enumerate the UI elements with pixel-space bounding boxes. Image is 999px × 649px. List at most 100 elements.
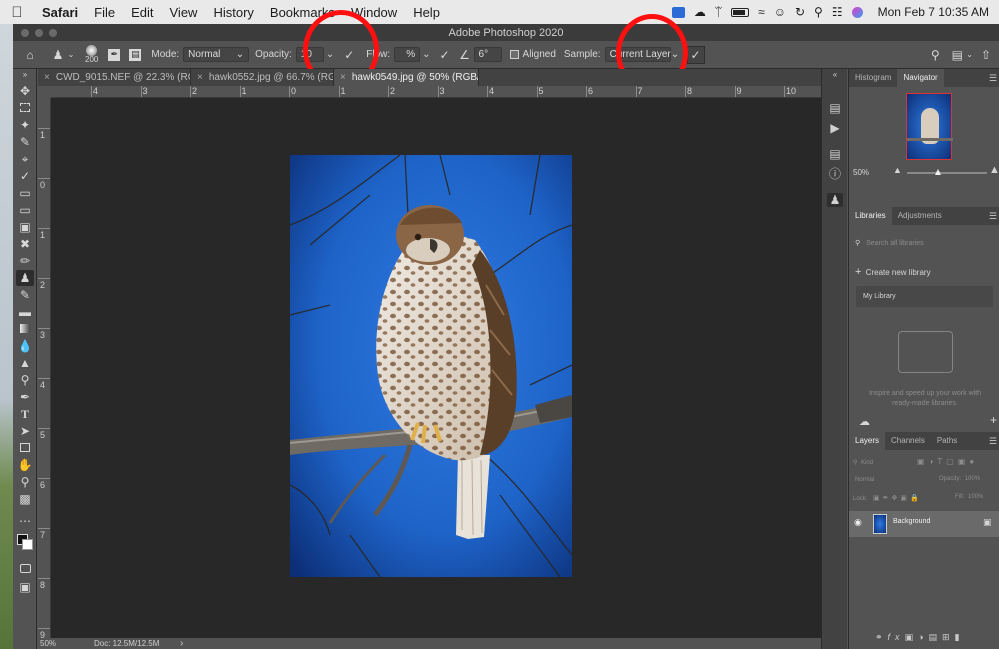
chevron-down-icon[interactable]: ⌄ <box>422 49 430 60</box>
clone-stamp-tool-icon[interactable]: ♟ <box>16 270 34 286</box>
teamviewer-icon[interactable] <box>671 6 685 18</box>
menu-app-safari[interactable]: Safari <box>34 5 86 20</box>
mode-select[interactable]: Normal ⌄ <box>183 47 250 62</box>
path-selection-tool-icon[interactable]: ➤ <box>16 423 34 439</box>
layer-opacity-value[interactable]: 100% <box>965 476 980 482</box>
collapse-toolbar-icon[interactable]: » <box>16 71 34 79</box>
layer-filter-icons[interactable]: ▣◑T▢▣● <box>917 457 978 466</box>
patch-tool-icon[interactable]: ▣ <box>16 219 34 235</box>
screen-mode-icon[interactable]: ▣ <box>16 579 34 595</box>
battery-icon[interactable] <box>731 7 750 17</box>
bluetooth-icon[interactable]: ᛠ <box>715 5 722 19</box>
clone-source-icon[interactable]: ▤ <box>129 48 142 61</box>
eraser-tool-icon[interactable]: ▬ <box>16 304 34 320</box>
add-library-item-icon[interactable]: + <box>990 413 997 427</box>
menu-history[interactable]: History <box>205 5 261 20</box>
creative-cloud-icon[interactable]: ☁ <box>694 5 706 19</box>
sharpen-tool-icon[interactable]: ▲ <box>16 355 34 371</box>
healing-brush-tool-icon[interactable]: ▭ <box>16 202 34 218</box>
panel-menu-icon[interactable]: ☰ <box>989 436 997 447</box>
zoom-in-icon[interactable]: ▲ <box>989 164 999 176</box>
layer-row-background[interactable]: ◉ Background ▣ <box>849 511 999 537</box>
control-center-icon[interactable]: ☷ <box>832 5 843 19</box>
ignore-adjustment-layers-icon[interactable]: ✓ <box>686 45 705 64</box>
tab-hawk0552[interactable]: × hawk0552.jpg @ 66.7% (RGB/8*) <box>191 69 334 86</box>
slider-handle[interactable] <box>935 169 941 175</box>
tab-adjustments[interactable]: Adjustments <box>892 207 948 225</box>
clone-stamp-preset-icon[interactable]: ♟ <box>49 46 67 64</box>
eye-icon[interactable]: ◉ <box>854 517 862 528</box>
menu-file[interactable]: File <box>86 5 123 20</box>
vertical-ruler[interactable]: 1 0 1 2 3 4 5 6 7 8 9 <box>38 98 51 638</box>
rectangle-tool-icon[interactable] <box>16 440 34 456</box>
hawk-photo[interactable] <box>290 155 572 577</box>
library-search-field[interactable]: ⚲ Search all libraries <box>853 236 996 252</box>
eyedropper-tool-icon[interactable]: ✓ <box>16 168 34 184</box>
history-brush-tool-icon[interactable]: ✎ <box>16 287 34 303</box>
workspace-icon[interactable]: ▤ <box>948 46 966 64</box>
spotlight-search-icon[interactable]: ⚲ <box>814 5 823 19</box>
brush-tool-icon[interactable]: ✏ <box>16 253 34 269</box>
create-new-library-button[interactable]: + Create new library <box>855 266 931 278</box>
background-color-swatch[interactable] <box>22 539 33 550</box>
hand-tool-icon[interactable]: ✋ <box>16 457 34 473</box>
info-icon[interactable]: ⓘ <box>827 167 843 181</box>
tab-cwd-9015[interactable]: × CWD_9015.NEF @ 22.3% (RGB/8*) * <box>38 69 191 86</box>
tab-channels[interactable]: Channels <box>885 432 931 450</box>
user-account-icon[interactable]: ☺ <box>774 5 786 19</box>
clone-source-panel-icon[interactable]: ♟ <box>827 193 843 207</box>
zoom-tool-icon[interactable]: ⚲ <box>16 474 34 490</box>
crop-tool-icon[interactable]: ⌖ <box>16 151 34 167</box>
horizontal-ruler[interactable]: 4 3 2 1 0 1 2 3 4 5 6 7 8 9 10 <box>51 86 821 98</box>
red-eye-tool-icon[interactable]: ✖ <box>16 236 34 252</box>
more-tools-icon[interactable]: ⋯ <box>16 513 34 529</box>
quick-selection-tool-icon[interactable]: ✎ <box>16 134 34 150</box>
layer-filter-kind[interactable]: ⚲ Kind <box>853 457 909 469</box>
pen-tool-icon[interactable]: ✒ <box>16 389 34 405</box>
menu-help[interactable]: Help <box>405 5 448 20</box>
tab-libraries[interactable]: Libraries <box>849 207 892 225</box>
status-menu-arrow[interactable]: › <box>180 638 183 649</box>
blur-tool-icon[interactable]: 💧 <box>16 338 34 354</box>
link-layers-icon[interactable]: ⚭ <box>875 632 888 642</box>
gradient-tool-icon[interactable] <box>16 321 34 337</box>
tab-paths[interactable]: Paths <box>931 432 963 450</box>
type-tool-icon[interactable]: T <box>16 406 34 422</box>
panel-menu-icon[interactable]: ☰ <box>989 211 997 222</box>
chevron-down-icon[interactable]: ⌄ <box>67 46 75 64</box>
adjustment-layer-icon[interactable]: ◑ <box>918 632 928 642</box>
blend-mode-select[interactable]: Normal <box>853 474 935 486</box>
navigator-zoom-value[interactable]: 50% <box>853 168 869 177</box>
new-group-icon[interactable]: ▤ <box>929 632 943 642</box>
fx-icon[interactable]: fx <box>888 632 905 642</box>
layer-name[interactable]: Background <box>893 518 930 525</box>
tab-hawk0549[interactable]: × hawk0549.jpg @ 50% (RGB/8*) * <box>334 69 479 86</box>
share-icon[interactable]: ⇧ <box>977 46 995 64</box>
close-tab-icon[interactable]: × <box>340 72 346 83</box>
aligned-checkbox[interactable] <box>509 50 519 59</box>
fill-value[interactable]: 100% <box>968 494 983 500</box>
lock-icons[interactable]: ▣✒✥▣🔒 <box>873 495 922 502</box>
wifi-icon[interactable]: ≈ <box>758 5 765 19</box>
cloud-sync-icon[interactable]: ☁ <box>859 415 870 428</box>
marquee-tool-icon[interactable] <box>16 100 34 116</box>
spot-healing-tool-icon[interactable]: ▭ <box>16 185 34 201</box>
siri-icon[interactable] <box>851 6 863 18</box>
apple-menu-icon[interactable]:  <box>0 4 34 21</box>
home-icon[interactable]: ⌂ <box>21 46 39 64</box>
menu-bar-clock[interactable]: Mon Feb 7 10:35 AM <box>878 5 989 19</box>
lasso-tool-icon[interactable]: ✦ <box>16 117 34 133</box>
adjustments-panel-icon[interactable]: ▤ <box>827 147 843 161</box>
flow-field[interactable]: % <box>394 47 421 62</box>
close-tab-icon[interactable]: × <box>197 72 203 83</box>
status-zoom[interactable]: 50% <box>40 639 92 648</box>
search-icon[interactable]: ⚲ <box>926 46 944 64</box>
menu-view[interactable]: View <box>162 5 206 20</box>
document-canvas[interactable] <box>51 98 821 638</box>
zoom-out-icon[interactable]: ▲ <box>893 165 902 175</box>
collapse-panels-icon[interactable]: « <box>827 71 843 79</box>
move-tool-icon[interactable]: ✥ <box>16 83 34 99</box>
menu-edit[interactable]: Edit <box>123 5 161 20</box>
my-library-item[interactable]: My Library <box>856 286 993 307</box>
quick-mask-icon[interactable] <box>16 561 34 577</box>
